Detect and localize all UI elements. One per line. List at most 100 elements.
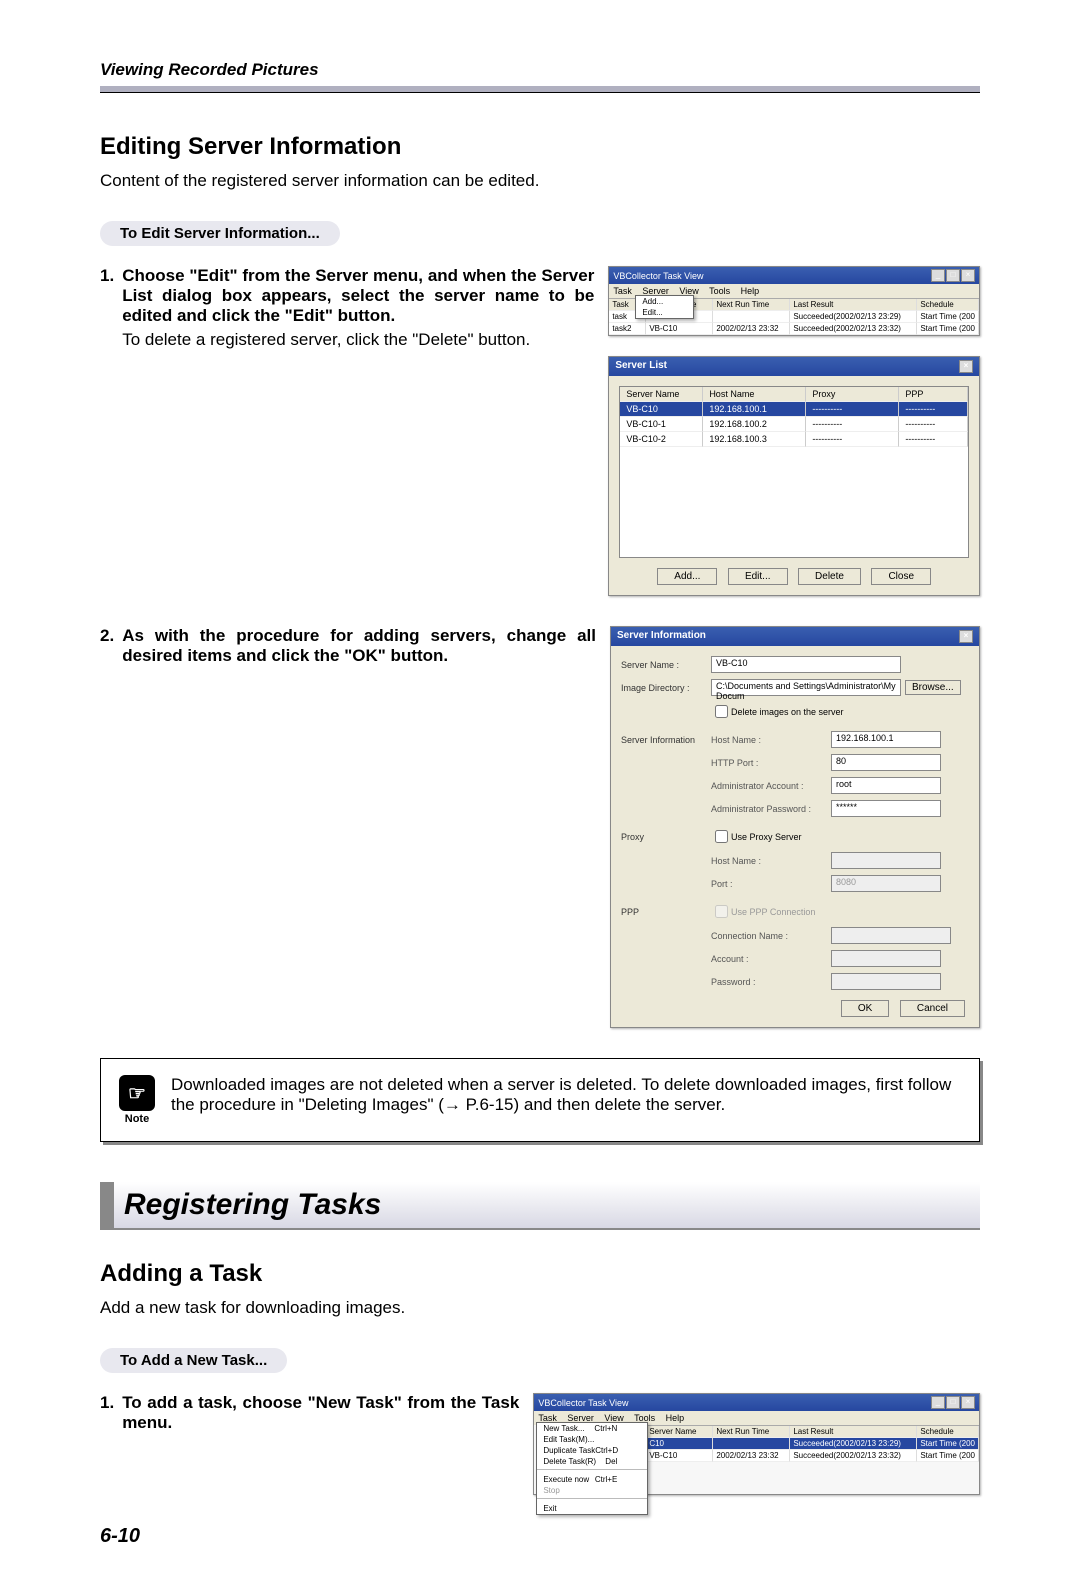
step-number: 1. [100,266,114,350]
close-icon[interactable]: × [959,360,973,373]
label-ppp-account: Account : [711,954,831,964]
menu-item-new-task[interactable]: New Task...Ctrl+N [537,1423,647,1434]
window-title: VBCollector Task View [613,271,703,281]
dialog-title: Server List [615,360,667,373]
label-port: HTTP Port : [711,758,831,768]
label-proxy-port: Port : [711,879,831,889]
step-text-bold: As with the procedure for adding servers… [122,626,596,666]
section-heading: Editing Server Information [100,133,980,161]
proxy-port-input: 8080 [831,875,941,892]
server-dropdown: Add... Edit... [635,295,694,319]
label-use-proxy: Use Proxy Server [731,832,802,842]
col-ppp: PPP [899,387,968,402]
menu-item-duplicate-task[interactable]: Duplicate TaskCtrl+D [537,1445,647,1456]
cancel-button[interactable]: Cancel [900,1000,965,1017]
step-text-bold: To add a task, choose "New Task" from th… [122,1393,519,1433]
col-lr: Last Result [790,1426,917,1438]
menu-item-execute-now[interactable]: Execute nowCtrl+E [537,1474,647,1485]
label-ppp-password: Password : [711,977,831,987]
section-intro: Add a new task for downloading images. [100,1298,980,1318]
label-conn-name: Connection Name : [711,931,831,941]
menu-item-edit-task[interactable]: Edit Task(M)... [537,1434,647,1445]
label-proxy-host: Host Name : [711,856,831,866]
section-intro: Content of the registered server informa… [100,171,980,191]
col-host: Host Name [703,387,806,402]
note-text: Downloaded images are not deleted when a… [171,1075,961,1125]
browse-button[interactable]: Browse... [905,680,961,695]
ppp-account-input [831,950,941,967]
add-button[interactable]: Add... [657,568,717,585]
taskview-window: VBCollector Task View _ □ × Task Server … [533,1393,980,1495]
label-image-dir: Image Directory : [621,683,711,693]
menu-item-delete-task[interactable]: Delete Task(R)Del [537,1456,647,1467]
note-label: Note [119,1113,155,1125]
col-lr: Last Result [790,299,917,311]
maximize-icon[interactable]: □ [946,269,960,282]
maximize-icon[interactable]: □ [946,1396,960,1409]
label-admin-account: Administrator Account : [711,781,831,791]
note-icon: ☞ [119,1075,155,1111]
label-admin-password: Administrator Password : [711,804,831,814]
host-input[interactable]: 192.168.100.1 [831,731,941,748]
col-server: Server Name [646,1426,713,1438]
taskview-window: VBCollector Task View _ □ × Task Server … [608,266,980,336]
menu-item-exit[interactable]: Exit [537,1503,647,1514]
use-proxy-checkbox[interactable] [715,830,728,843]
dialog-title: Server Information [617,630,706,643]
col-sch: Schedule [917,1426,979,1438]
minimize-icon[interactable]: _ [931,269,945,282]
list-item[interactable]: VB-C10-1 192.168.100.2 ---------- ------… [620,417,968,432]
procedure-pill: To Add a New Task... [100,1348,287,1373]
window-title: VBCollector Task View [538,1398,628,1408]
menu-task[interactable]: Task [613,286,632,296]
menu-tools[interactable]: Tools [709,286,730,296]
minimize-icon[interactable]: _ [931,1396,945,1409]
delete-button[interactable]: Delete [798,568,861,585]
task-dropdown: New Task...Ctrl+N Edit Task(M)... Duplic… [536,1422,648,1515]
label-host: Host Name : [711,735,831,745]
section-heading: Adding a Task [100,1260,980,1288]
table-row[interactable]: C10 Succeeded(2002/02/13 23:29) Start Ti… [646,1438,979,1450]
col-name: Server Name [620,387,703,402]
conn-name-select [831,927,951,944]
step-text-bold: Choose "Edit" from the Server menu, and … [122,266,594,326]
label-use-ppp: Use PPP Connection [731,907,815,917]
close-icon[interactable]: × [961,1396,975,1409]
use-ppp-checkbox [715,905,728,918]
menu-item-add[interactable]: Add... [636,296,693,307]
close-icon[interactable]: × [959,630,973,643]
label-delete-images: Delete images on the server [731,707,844,717]
admin-account-input[interactable]: root [831,777,941,794]
procedure-pill: To Edit Server Information... [100,221,340,246]
port-input[interactable]: 80 [831,754,941,771]
label-proxy-section: Proxy [621,832,711,842]
serverlist-dialog: Server List × Server Name Host Name Prox… [608,356,980,596]
label-ppp-section: PPP [621,907,711,917]
edit-button[interactable]: Edit... [728,568,788,585]
table-row[interactable]: VB-C10 2002/02/13 23:32 Succeeded(2002/0… [646,1450,979,1462]
label-serverinfo-section: Server Information [621,735,711,745]
list-item[interactable]: VB-C10-2 192.168.100.3 ---------- ------… [620,432,968,447]
menu-item-stop: Stop [537,1485,647,1496]
delete-images-checkbox[interactable] [715,705,728,718]
note-box: ☞ Note Downloaded images are not deleted… [100,1058,980,1142]
close-button[interactable]: Close [871,568,931,585]
close-icon[interactable]: × [961,269,975,282]
table-row[interactable]: task2 VB-C10 2002/02/13 23:32 Succeeded(… [609,323,979,335]
admin-password-input[interactable]: ****** [831,800,941,817]
step-number: 1. [100,1393,114,1433]
proxy-host-input [831,852,941,869]
page-number: 6-10 [100,1525,980,1548]
label-server-name: Server Name : [621,660,711,670]
list-item[interactable]: VB-C10 192.168.100.1 ---------- --------… [620,402,968,417]
menu-help[interactable]: Help [666,1413,685,1423]
server-name-input[interactable]: VB-C10 [711,656,901,673]
ok-button[interactable]: OK [841,1000,889,1017]
col-proxy: Proxy [806,387,899,402]
chapter-header: Viewing Recorded Pictures [100,60,980,80]
col-nrt: Next Run Time [713,1426,790,1438]
menu-help[interactable]: Help [741,286,760,296]
menu-item-edit[interactable]: Edit... [636,307,693,318]
image-dir-input[interactable]: C:\Documents and Settings\Administrator\… [711,679,901,696]
header-rule [100,86,980,93]
